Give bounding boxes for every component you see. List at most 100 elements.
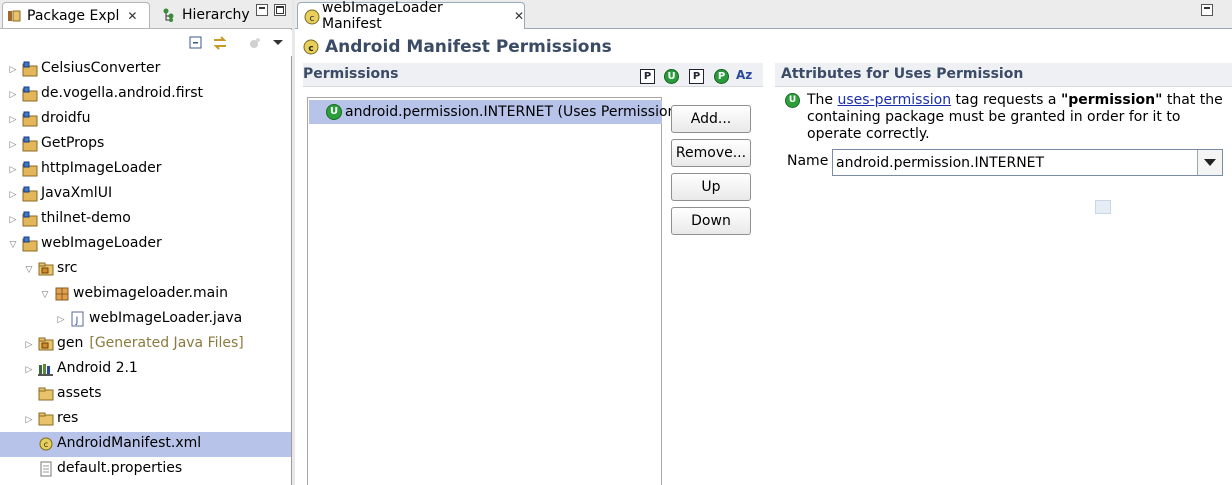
tab-hierarchy[interactable]: Hierarchy bbox=[160, 2, 250, 28]
list-item[interactable]: U android.permission.INTERNET (Uses Perm… bbox=[309, 100, 682, 124]
name-label: Name bbox=[787, 153, 829, 169]
chevron-right-icon[interactable]: ▷ bbox=[8, 115, 18, 125]
tree-item[interactable]: ▷ GetProps bbox=[0, 132, 291, 157]
permissions-section-header: Permissions P U P P Az bbox=[303, 63, 763, 87]
tree-item[interactable]: ▷ Android 2.1 bbox=[0, 357, 291, 382]
chevron-down-icon[interactable]: ▽ bbox=[24, 265, 34, 275]
project-tree: ▷ CelsiusConverter ▷ de.vogella.android.fir… bbox=[0, 57, 291, 482]
minimize-button[interactable] bbox=[256, 4, 268, 16]
add-uses-permission-icon[interactable]: U bbox=[664, 69, 679, 84]
tree-item-label: assets bbox=[57, 385, 102, 401]
add-permission-icon[interactable]: P bbox=[640, 69, 655, 84]
chevron-right-icon[interactable]: ▷ bbox=[8, 190, 18, 200]
chevron-right-icon[interactable]: ▷ bbox=[8, 165, 18, 175]
tree-item[interactable]: ▷ httpImageLoader bbox=[0, 157, 291, 182]
tree-item-label: default.properties bbox=[57, 460, 183, 476]
attributes-section-title: Attributes for Uses Permission bbox=[781, 66, 1024, 82]
uses-permission-icon: U bbox=[326, 104, 342, 120]
tree-item[interactable]: default.properties bbox=[0, 457, 291, 482]
name-dropdown-button[interactable] bbox=[1198, 150, 1222, 175]
library-icon bbox=[38, 361, 54, 377]
tree-item-label: webImageLoader.java bbox=[89, 310, 243, 326]
tree-item[interactable]: ▷ JwebImageLoader.java bbox=[0, 307, 291, 332]
svg-text:c: c bbox=[308, 44, 313, 54]
tree-item-label: gen [Generated Java Files] bbox=[57, 335, 244, 351]
up-button[interactable]: Up bbox=[671, 173, 751, 201]
project-icon bbox=[22, 211, 38, 227]
tab-package-explorer[interactable]: Package Expl ✕ bbox=[2, 2, 150, 28]
collapse-all-icon[interactable] bbox=[188, 35, 204, 51]
tree-item[interactable]: c AndroidManifest.xml bbox=[0, 432, 291, 457]
uses-permission-link[interactable]: uses-permission bbox=[838, 92, 952, 108]
svg-text:J: J bbox=[75, 316, 79, 326]
chevron-right-icon[interactable]: ▷ bbox=[56, 315, 66, 325]
add-permission-tree-icon[interactable]: P bbox=[689, 69, 704, 84]
manifest-icon: c bbox=[304, 9, 320, 25]
remove-button[interactable]: Remove... bbox=[671, 139, 751, 167]
maximize-button[interactable] bbox=[274, 4, 286, 16]
decorative-window-icon bbox=[1095, 200, 1111, 214]
left-tab-bar: Package Expl ✕ Hierarchy bbox=[0, 0, 292, 29]
view-menu-icon[interactable] bbox=[270, 35, 286, 51]
project-icon bbox=[22, 111, 38, 127]
tree-item[interactable]: ▷ thilnet-demo bbox=[0, 207, 291, 232]
page-title: c Android Manifest Permissions bbox=[303, 36, 612, 58]
permissions-section-title: Permissions bbox=[303, 66, 399, 82]
tree-item-label: res bbox=[57, 410, 79, 426]
tree-item-label: droidfu bbox=[41, 110, 91, 126]
project-icon bbox=[22, 86, 38, 102]
svg-text:c: c bbox=[44, 440, 48, 449]
tab-manifest-editor[interactable]: c webImageLoader Manifest ✕ bbox=[297, 0, 525, 32]
chevron-down-icon[interactable]: ▽ bbox=[8, 240, 18, 250]
tree-item[interactable]: ▷ droidfu bbox=[0, 107, 291, 132]
tree-item[interactable]: ▽ webimageloader.main bbox=[0, 282, 291, 307]
properties-file-icon bbox=[38, 461, 54, 477]
permissions-list[interactable]: U android.permission.INTERNET (Uses Perm… bbox=[307, 97, 682, 485]
hierarchy-icon bbox=[162, 8, 176, 22]
name-field[interactable] bbox=[833, 150, 1198, 175]
tree-item[interactable]: ▷ JavaXmlUI bbox=[0, 182, 291, 207]
close-icon[interactable]: ✕ bbox=[127, 9, 137, 23]
project-icon bbox=[22, 236, 38, 252]
tree-item[interactable]: ▷ res bbox=[0, 407, 291, 432]
project-icon bbox=[22, 161, 38, 177]
down-button[interactable]: Down bbox=[671, 207, 751, 235]
chevron-right-icon[interactable]: ▷ bbox=[8, 65, 18, 75]
tree-item-label: src bbox=[57, 260, 78, 276]
folder-icon bbox=[38, 386, 54, 402]
package-icon bbox=[54, 286, 70, 302]
chevron-right-icon[interactable]: ▷ bbox=[8, 90, 18, 100]
add-permission-group-icon[interactable]: P bbox=[714, 69, 729, 84]
tab-package-explorer-label: Package Expl bbox=[27, 7, 120, 24]
chevron-right-icon[interactable]: ▷ bbox=[8, 140, 18, 150]
chevron-right-icon[interactable]: ▷ bbox=[24, 340, 34, 350]
tree-item-extra-label: [Generated Java Files] bbox=[89, 335, 244, 351]
tree-item-label: Android 2.1 bbox=[57, 360, 138, 376]
link-with-editor-icon[interactable] bbox=[212, 35, 228, 51]
sort-alphabetically-icon[interactable]: Az bbox=[736, 68, 752, 82]
source-folder-icon bbox=[38, 261, 54, 277]
attribute-description: U The uses-permission tag requests a "pe… bbox=[785, 92, 1225, 143]
manifest-editor: c webImageLoader Manifest ✕ c Android Ma… bbox=[295, 0, 1232, 485]
tree-item-label: GetProps bbox=[41, 135, 105, 151]
tree-item[interactable]: ▽ webImageLoader bbox=[0, 232, 291, 257]
chevron-right-icon[interactable]: ▷ bbox=[24, 365, 34, 375]
tree-item[interactable]: ▷ de.vogella.android.first bbox=[0, 82, 291, 107]
chevron-right-icon[interactable]: ▷ bbox=[8, 215, 18, 225]
chevron-down-icon[interactable]: ▽ bbox=[40, 290, 50, 300]
tree-item[interactable]: ▽ src bbox=[0, 257, 291, 282]
editor-close-icon[interactable]: ✕ bbox=[514, 9, 524, 23]
add-button[interactable]: Add... bbox=[671, 105, 751, 133]
tree-item[interactable]: assets bbox=[0, 382, 291, 407]
chevron-right-icon[interactable]: ▷ bbox=[24, 415, 34, 425]
tree-item[interactable]: ▷ gen [Generated Java Files] bbox=[0, 332, 291, 357]
java-file-icon: J bbox=[70, 311, 86, 327]
explorer-toolbar bbox=[0, 30, 292, 56]
source-folder-icon bbox=[38, 336, 54, 352]
tree-item[interactable]: ▷ CelsiusConverter bbox=[0, 57, 291, 82]
tree-item-label: AndroidManifest.xml bbox=[57, 435, 202, 451]
name-combobox[interactable] bbox=[832, 149, 1223, 176]
editor-minimize-button[interactable] bbox=[1201, 4, 1213, 16]
manifest-icon: c bbox=[38, 436, 54, 452]
tree-item-label: JavaXmlUI bbox=[41, 185, 113, 201]
